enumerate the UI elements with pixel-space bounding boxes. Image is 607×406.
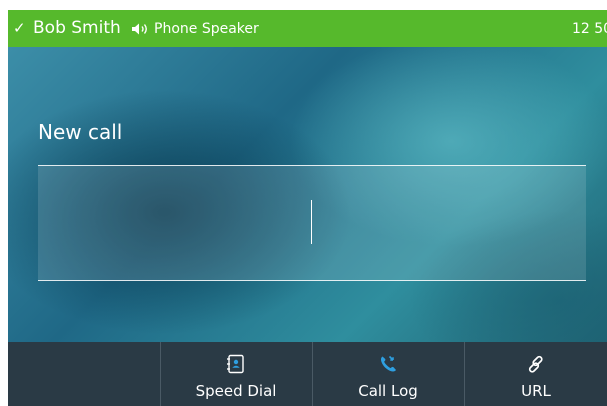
call-log-softkey[interactable]: Call Log [312, 342, 463, 406]
dial-number-value [38, 166, 586, 280]
speed-dial-label: Speed Dial [195, 382, 277, 400]
link-icon [528, 355, 543, 373]
text-cursor [311, 200, 312, 244]
speed-dial-icon [227, 354, 244, 374]
account-name: Bob Smith [33, 18, 121, 38]
speaker-icon [132, 23, 147, 35]
call-log-label: Call Log [358, 382, 418, 400]
status-bar: ✓ Bob Smith Phone Speaker 12 50 [8, 10, 607, 47]
softkey-bar: Speed Dial Call Log URL [8, 342, 607, 406]
dial-number-input[interactable] [38, 165, 586, 281]
clock: 12 50 [572, 21, 607, 37]
call-log-icon [380, 355, 396, 372]
speed-dial-softkey[interactable]: Speed Dial [160, 342, 311, 406]
audio-device-label: Phone Speaker [154, 21, 259, 37]
registered-check-icon: ✓ [13, 19, 26, 37]
url-softkey[interactable]: URL [464, 342, 607, 406]
page-title: New call [38, 120, 123, 144]
url-label: URL [521, 382, 551, 400]
phone-screen: ✓ Bob Smith Phone Speaker 12 50 New call [8, 10, 607, 406]
softkey-empty [8, 342, 160, 406]
